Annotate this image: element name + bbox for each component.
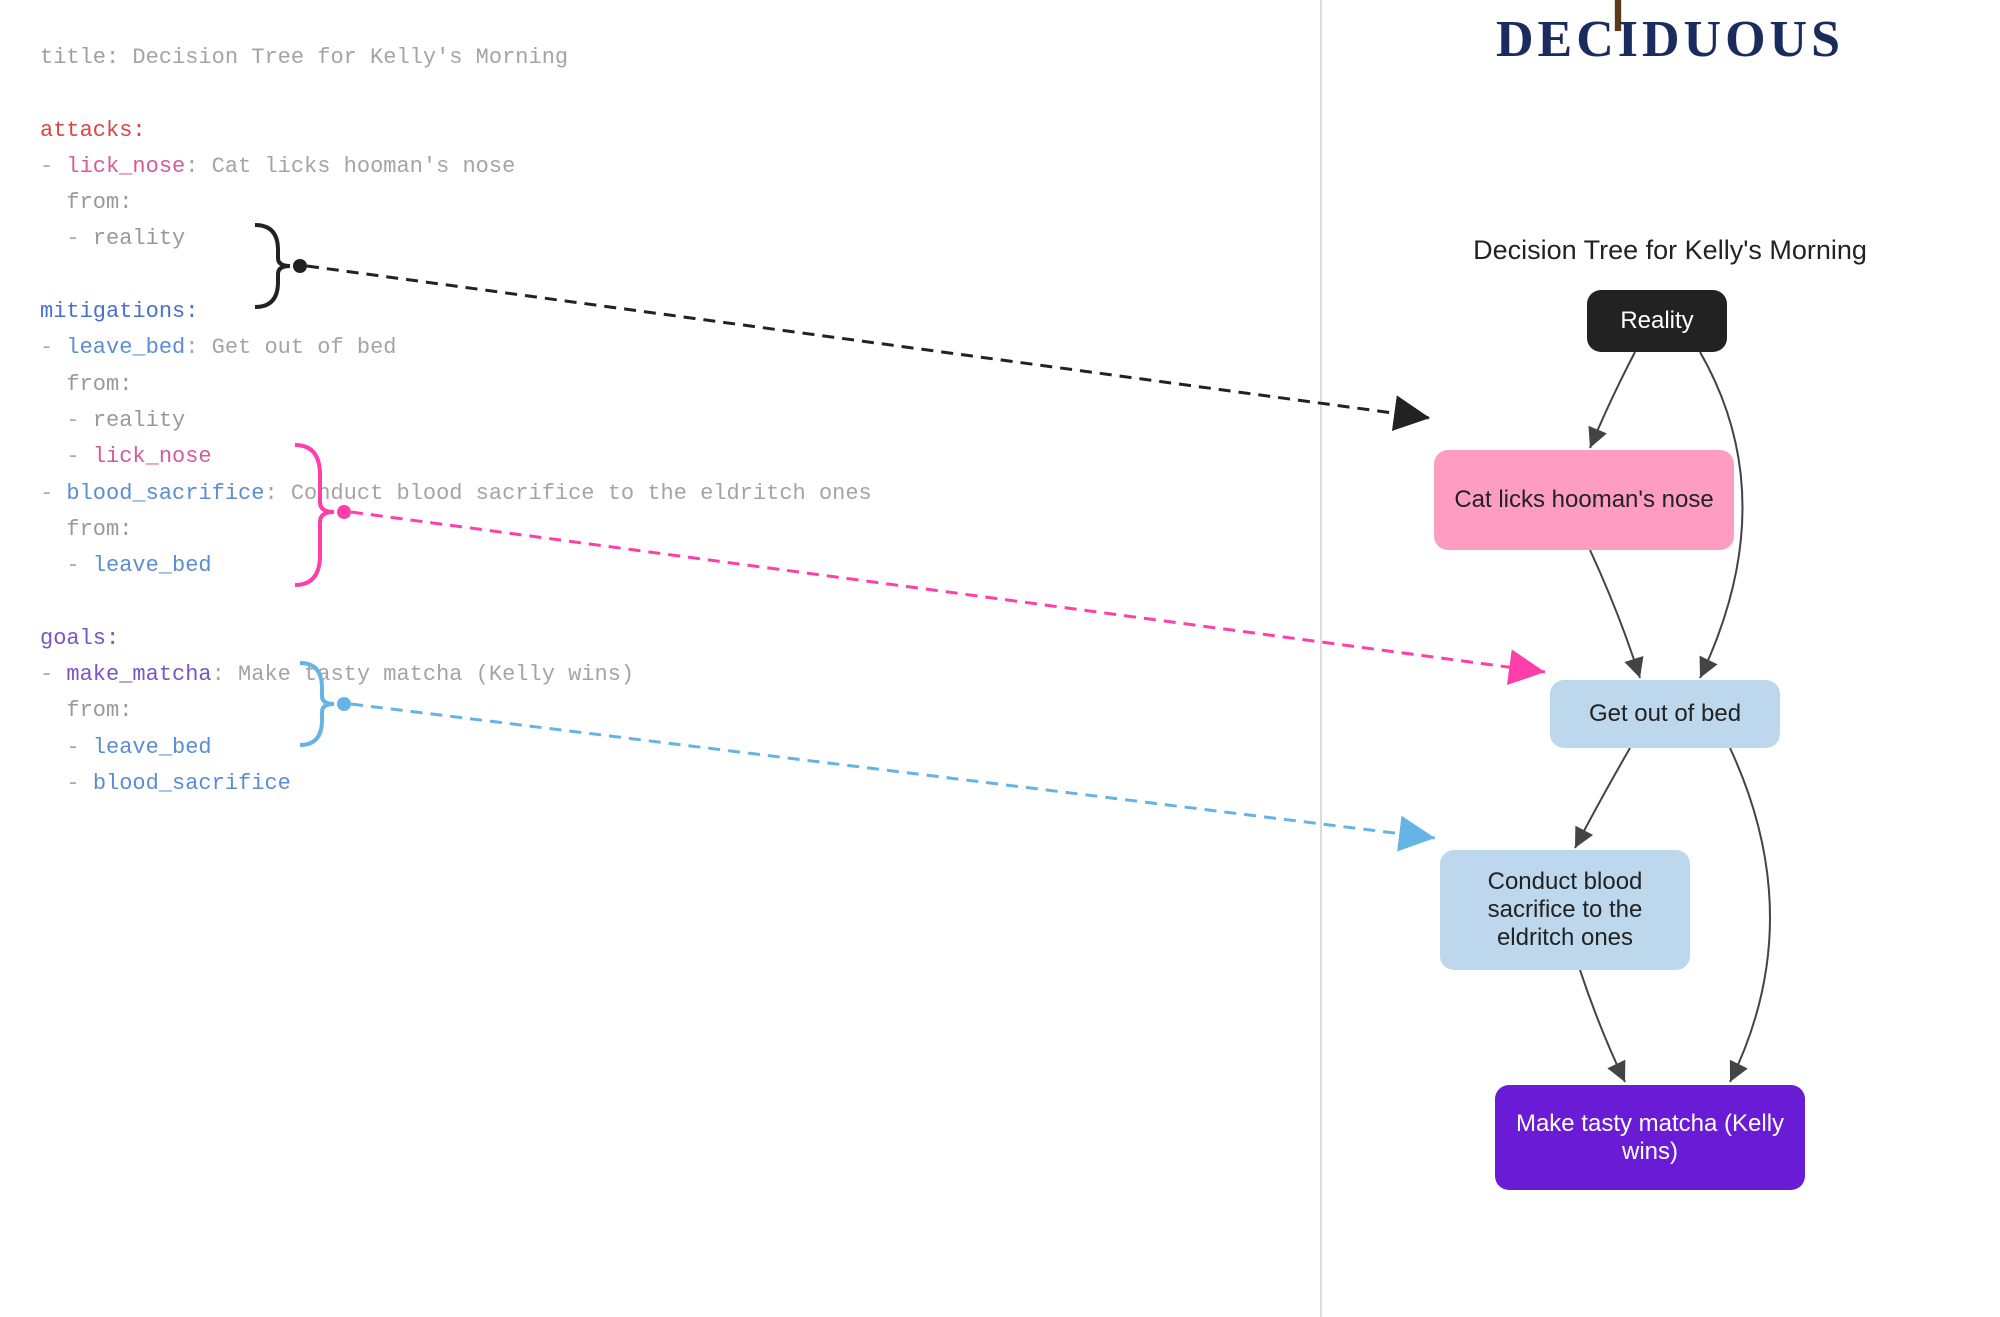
code-line-leaveref: - leave_bed — [40, 548, 1240, 584]
code-line-licknose: - lick_nose: Cat licks hooman's nose — [40, 149, 1240, 185]
code-line-mitigations: mitigations: — [40, 294, 1240, 330]
code-line-blank — [40, 258, 1240, 294]
code-line-title: title: Decision Tree for Kelly's Morning — [40, 40, 1240, 76]
code-line-goals: goals: — [40, 621, 1240, 657]
code-line-attacks: attacks: — [40, 113, 1240, 149]
code-line-blood: - blood_sacrifice: Conduct blood sacrifi… — [40, 476, 1240, 512]
node-attack-licknose: Cat licks hooman's nose — [1434, 450, 1734, 550]
yaml-code-panel: title: Decision Tree for Kelly's Morning… — [40, 40, 1240, 802]
code-line-from3: from: — [40, 512, 1240, 548]
code-line-blank — [40, 584, 1240, 620]
graph-panel: DECIDUOUS Decision Tree for Kelly's Morn… — [1340, 0, 2000, 1317]
code-line-from1: from: — [40, 185, 1240, 221]
code-line-lickref: - lick_nose — [40, 439, 1240, 475]
code-line-leavebed: - leave_bed: Get out of bed — [40, 330, 1240, 366]
code-line-matcha: - make_matcha: Make tasty matcha (Kelly … — [40, 657, 1240, 693]
code-line-reality2: - reality — [40, 403, 1240, 439]
node-reality: Reality — [1587, 290, 1727, 352]
code-line-blank — [40, 76, 1240, 112]
code-line-leaveref2: - leave_bed — [40, 730, 1240, 766]
node-mitigation-blood: Conduct blood sacrifice to the eldritch … — [1440, 850, 1690, 970]
node-goal-matcha: Make tasty matcha (Kelly wins) — [1495, 1085, 1805, 1190]
code-line-bloodref: - blood_sacrifice — [40, 766, 1240, 802]
code-line-from2: from: — [40, 367, 1240, 403]
code-line-reality1: - reality — [40, 221, 1240, 257]
node-mitigation-leavebed: Get out of bed — [1550, 680, 1780, 748]
panel-divider — [1320, 0, 1322, 1317]
code-line-from4: from: — [40, 693, 1240, 729]
